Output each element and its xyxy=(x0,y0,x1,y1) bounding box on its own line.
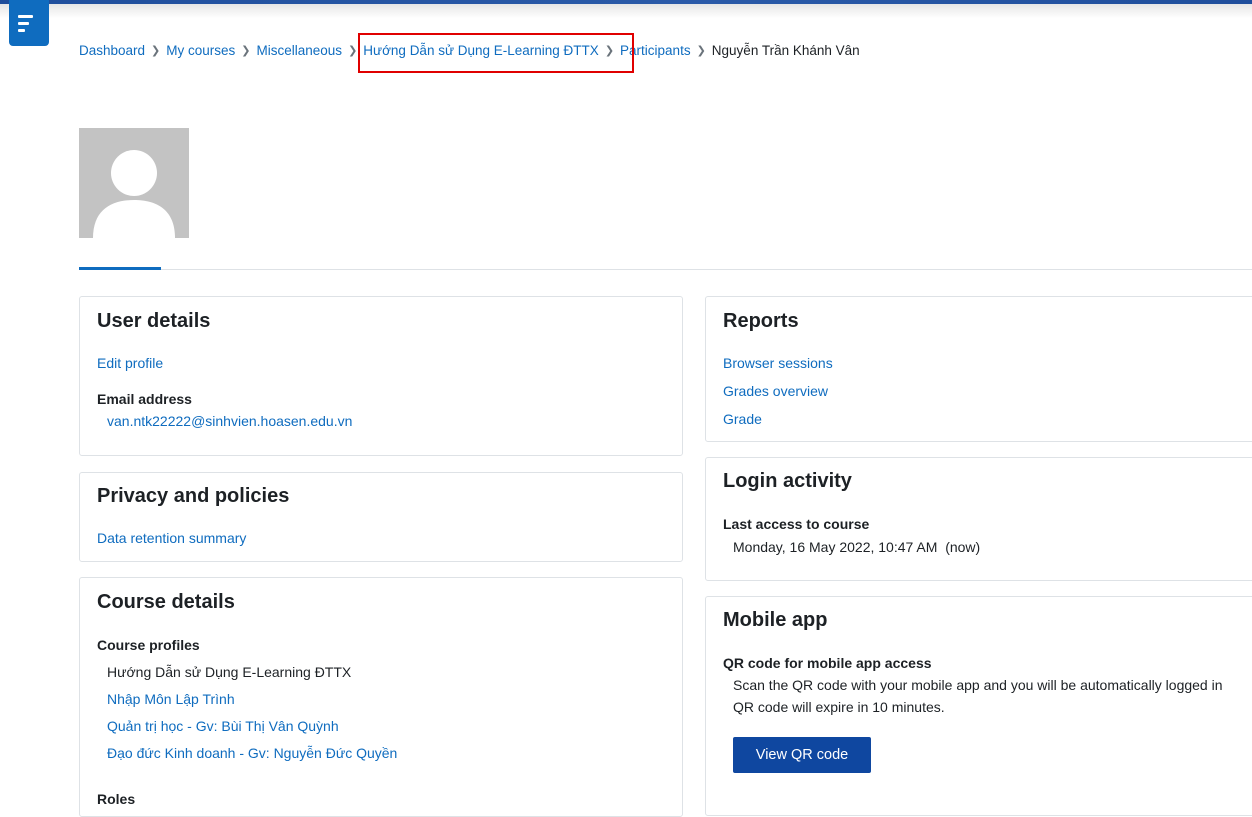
grade-link[interactable]: Grade xyxy=(723,411,762,427)
course-profile-link[interactable]: Quản trị học - Gv: Bùi Thị Vân Quỳnh xyxy=(107,718,339,734)
chevron-right-icon: ❯ xyxy=(348,44,358,57)
last-access-value: Monday, 16 May 2022, 10:47 AM (now) xyxy=(733,539,981,555)
mobile-app-title: Mobile app xyxy=(723,609,828,631)
chevron-right-icon: ❯ xyxy=(151,44,161,57)
user-details-title: User details xyxy=(97,310,211,332)
login-activity-title: Login activity xyxy=(723,470,852,492)
last-access-label: Last access to course xyxy=(723,516,870,532)
grades-overview-link[interactable]: Grades overview xyxy=(723,383,828,399)
profile-active-tab-indicator xyxy=(79,267,161,270)
email-value-link[interactable]: van.ntk22222@sinhvien.hoasen.edu.vn xyxy=(107,413,352,429)
chevron-right-icon: ❯ xyxy=(241,44,251,57)
breadcrumb-miscellaneous[interactable]: Miscellaneous xyxy=(257,43,343,58)
login-activity-card: Login activity Last access to course Mon… xyxy=(705,457,1252,581)
privacy-policies-card: Privacy and policies Data retention summ… xyxy=(79,472,683,562)
qr-code-expiry-note: QR code will expire in 10 minutes. xyxy=(733,699,945,715)
edit-profile-link[interactable]: Edit profile xyxy=(97,355,163,371)
menu-icon-line-3 xyxy=(18,28,25,32)
email-label: Email address xyxy=(97,391,192,407)
profile-tab-divider xyxy=(79,269,1252,270)
menu-icon-line-2 xyxy=(18,21,29,25)
course-profile-current: Hướng Dẫn sử Dụng E-Learning ĐTTX xyxy=(107,664,352,680)
chevron-right-icon: ❯ xyxy=(696,44,706,57)
breadcrumb-my-courses[interactable]: My courses xyxy=(166,43,235,58)
default-user-avatar-icon xyxy=(93,150,175,238)
breadcrumb-dashboard[interactable]: Dashboard xyxy=(79,43,145,58)
breadcrumb-course[interactable]: Hướng Dẫn sử Dụng E-Learning ĐTTX xyxy=(363,43,599,58)
user-details-card: User details Edit profile Email address … xyxy=(79,296,683,456)
view-qr-code-button[interactable]: View QR code xyxy=(733,737,871,773)
breadcrumb-current-user: Nguyễn Trần Khánh Vân xyxy=(711,42,860,58)
chevron-right-icon: ❯ xyxy=(604,44,615,57)
qr-code-instructions: Scan the QR code with your mobile app an… xyxy=(733,677,1223,693)
course-profile-link[interactable]: Nhập Môn Lập Trình xyxy=(107,691,235,707)
breadcrumb: Dashboard ❯ My courses ❯ Miscellaneous ❯… xyxy=(79,40,860,60)
navbar-shadow xyxy=(0,4,1252,18)
drawer-toggle-button[interactable] xyxy=(9,0,49,46)
privacy-title: Privacy and policies xyxy=(97,485,290,507)
menu-icon xyxy=(18,14,33,18)
course-details-title: Course details xyxy=(97,591,235,613)
mobile-app-card: Mobile app QR code for mobile app access… xyxy=(705,596,1252,816)
browser-sessions-link[interactable]: Browser sessions xyxy=(723,355,833,371)
course-profile-link[interactable]: Đạo đức Kinh doanh - Gv: Nguyễn Đức Quyề… xyxy=(107,745,397,761)
user-avatar xyxy=(79,128,189,238)
breadcrumb-participants[interactable]: Participants xyxy=(620,43,691,58)
course-details-card: Course details Course profiles Hướng Dẫn… xyxy=(79,577,683,817)
reports-title: Reports xyxy=(723,310,799,332)
data-retention-summary-link[interactable]: Data retention summary xyxy=(97,530,246,546)
reports-card: Reports Browser sessions Grades overview… xyxy=(705,296,1252,442)
course-profiles-label: Course profiles xyxy=(97,637,200,653)
qr-code-label: QR code for mobile app access xyxy=(723,655,932,671)
roles-label: Roles xyxy=(97,791,136,807)
